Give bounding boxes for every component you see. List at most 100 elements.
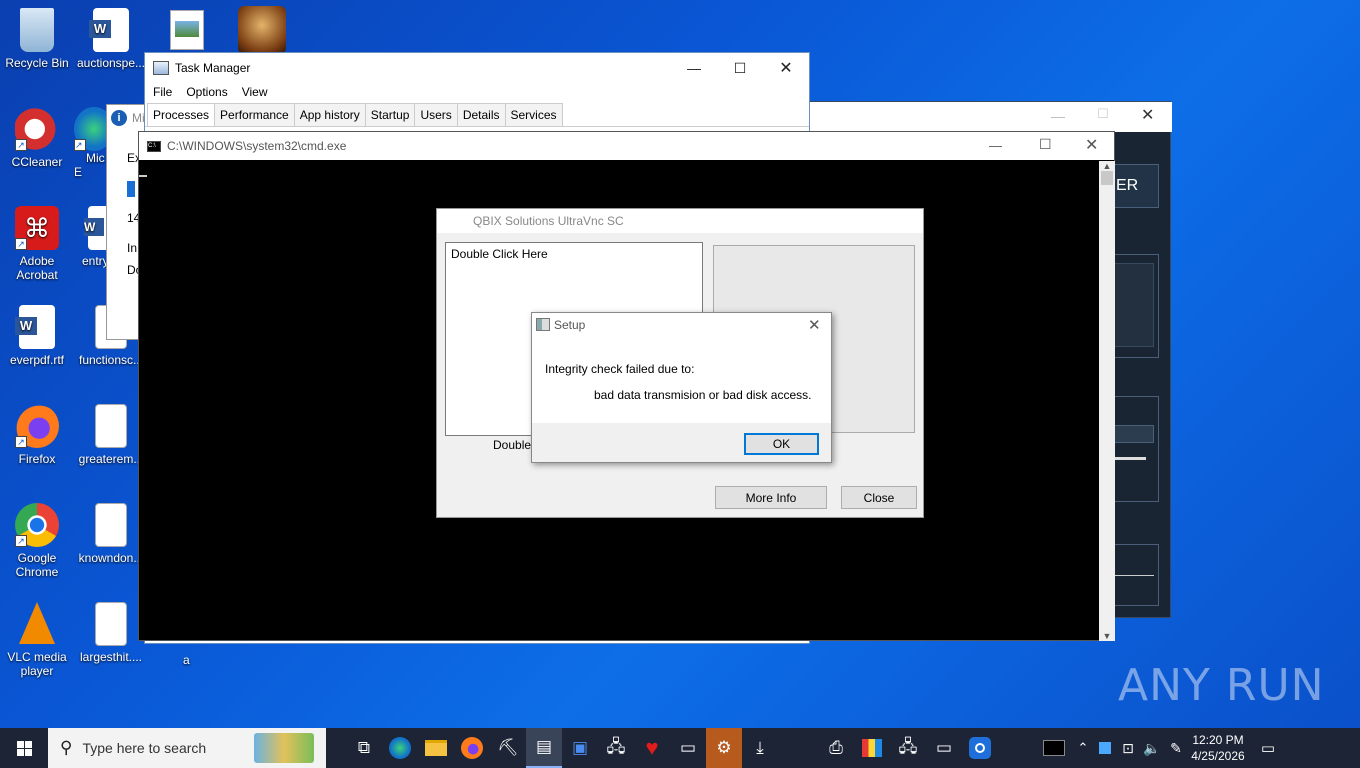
more-info-button[interactable]: More Info (715, 486, 827, 509)
scroll-thumb[interactable] (1101, 171, 1113, 185)
printer-app-taskbar-icon[interactable]: ⎙ (818, 728, 854, 768)
network-status-icon[interactable]: ⊡ (1116, 728, 1140, 768)
window2-app-taskbar-icon[interactable]: ▭ (926, 728, 962, 768)
task-manager-title: Task Manager (175, 61, 251, 75)
desktop-icon-google-chrome[interactable]: ↗ Google Chrome (0, 503, 74, 579)
background-window-title: Mi (132, 111, 145, 125)
desktop-icon-largesthit[interactable]: largesthit.... (74, 602, 148, 664)
task-view-icon[interactable]: ⧉ (346, 728, 382, 768)
chevron-up-icon[interactable]: ⌃ (1072, 728, 1094, 768)
taskbar-search-box[interactable]: ⚲ Type here to search (48, 728, 326, 768)
dark-app-panel (1109, 254, 1159, 358)
installer-taskbar-icon[interactable]: ⚙ (706, 728, 742, 768)
close-icon[interactable]: ✕ (1141, 105, 1154, 125)
qbix-titlebar: QBIX Solutions UltraVnc SC (437, 209, 923, 233)
start-button[interactable] (0, 728, 48, 768)
close-button[interactable]: ✕ (763, 53, 809, 83)
desktop-icon-label: entry (82, 254, 109, 268)
qbix-list-item[interactable]: Double Click Here (451, 247, 548, 261)
close-button[interactable]: ✕ (1085, 135, 1098, 155)
desktop-icon-label: everpdf.rtf (9, 353, 65, 367)
desktop-icon-edge[interactable]: ↗ Mic E (74, 107, 110, 179)
firefox-taskbar-icon[interactable] (454, 728, 490, 768)
desktop-icon-vlc[interactable]: VLC media player (0, 602, 74, 678)
ok-label: OK (772, 437, 791, 451)
image-file-icon (95, 503, 127, 547)
volume-icon[interactable]: 🔈 (1140, 728, 1164, 768)
file-explorer-icon[interactable] (418, 728, 454, 768)
desktop-icon-recycle-bin[interactable]: Recycle Bin (0, 8, 74, 70)
input-method-icon[interactable]: ✎ (1164, 728, 1188, 768)
cmd-taskbar-icon[interactable] (1036, 728, 1072, 768)
recycle-bin-icon (20, 8, 54, 52)
game-shortcut-icon[interactable] (238, 6, 286, 54)
vlc-cone-icon (19, 602, 55, 644)
scroll-up-icon[interactable]: ▲ (1099, 161, 1115, 171)
firefox-icon: ↗ (15, 404, 59, 448)
task-manager-icon (153, 61, 169, 75)
tool-pickaxe-icon[interactable]: ⛏ (490, 728, 526, 768)
tab-startup[interactable]: Startup (364, 103, 416, 126)
tab-performance[interactable]: Performance (214, 103, 295, 126)
notification-icon[interactable]: ▭ (1248, 728, 1288, 768)
network2-app-taskbar-icon[interactable]: 🖧 (890, 728, 926, 768)
dark-app-button[interactable]: ER (1109, 164, 1159, 208)
minimize-icon[interactable]: — (1051, 108, 1065, 124)
desktop-icon-label: Firefox (18, 452, 56, 466)
image-file-icon[interactable] (170, 10, 204, 50)
cmd-icon: C:\ (147, 140, 161, 152)
desktop-icon-label[interactable]: a (183, 653, 190, 667)
download-app-taskbar-icon[interactable]: ⤓ (742, 728, 778, 768)
tab-users[interactable]: Users (414, 103, 458, 126)
menu-options[interactable]: Options (186, 85, 227, 99)
background-window-progress (127, 181, 135, 197)
anyrun-watermark: ANY RUN (1118, 660, 1325, 711)
desktop-icon-firefox[interactable]: ↗ Firefox (0, 404, 74, 466)
desktop-icon-knowndon[interactable]: knowndon... (74, 503, 148, 565)
setup-error-dialog[interactable]: Setup ✕ Integrity check failed due to: b… (531, 312, 832, 463)
info-icon: i (111, 110, 127, 126)
minimize-button[interactable]: — (671, 53, 717, 83)
desktop-icon-label: Google Chrome (15, 551, 59, 579)
desktop-icon-auctionspe[interactable]: W auctionspe... (74, 8, 148, 70)
setup-title: Setup (554, 318, 586, 332)
desktop-icon-label: functionsc... (78, 353, 144, 367)
menu-file[interactable]: File (153, 85, 172, 99)
more-info-label: More Info (745, 490, 797, 505)
tab-services[interactable]: Services (504, 103, 563, 126)
desktop-icon-adobe-acrobat[interactable]: ⌘ ↗ Adobe Acrobat (0, 206, 74, 282)
task-manager-taskbar-icon[interactable]: ▤ (526, 728, 562, 768)
maximize-button[interactable]: ☐ (1039, 136, 1052, 153)
desktop-icon-greaterem[interactable]: greaterem... (74, 404, 148, 466)
edge-taskbar-icon[interactable] (382, 728, 418, 768)
windows-logo-icon (16, 740, 32, 756)
app-b-taskbar-icon[interactable]: ▣ (562, 728, 598, 768)
tray-app-icon[interactable] (1094, 728, 1116, 768)
close-dialog-button[interactable]: Close (841, 486, 917, 509)
desktop-icon-everpdf[interactable]: W everpdf.rtf (0, 305, 74, 367)
menu-view[interactable]: View (242, 85, 268, 99)
maximize-icon[interactable]: ☐ (1097, 106, 1109, 122)
clock-time: 12:20 PM (1192, 733, 1244, 747)
task-manager-tabs: Processes Performance App history Startu… (145, 103, 809, 127)
close-icon[interactable]: ✕ (808, 316, 821, 334)
tab-processes[interactable]: Processes (147, 103, 216, 126)
desktop-icon-ccleaner[interactable]: ↗ CCleaner (0, 107, 74, 169)
desktop-icon-label: Adobe Acrobat (16, 254, 58, 282)
ok-button[interactable]: OK (744, 433, 819, 455)
window-app-taskbar-icon[interactable]: ▭ (670, 728, 706, 768)
tab-details[interactable]: Details (456, 103, 506, 126)
network-app-taskbar-icon[interactable]: 🖧 (598, 728, 634, 768)
word-doc-icon: W (89, 8, 129, 52)
maximize-button[interactable]: ☐ (717, 53, 763, 83)
desktop-icon-entry[interactable]: W entry (74, 206, 110, 268)
heart-app-taskbar-icon[interactable]: ♥ (634, 728, 670, 768)
scroll-down-icon[interactable]: ▼ (1099, 631, 1115, 641)
taskbar-clock[interactable]: 12:20 PM 4/25/2026 (1188, 732, 1248, 764)
minimize-button[interactable]: — (989, 138, 1002, 153)
color-app-taskbar-icon[interactable] (854, 728, 890, 768)
cmd-scrollbar[interactable]: ▲ ▼ (1099, 161, 1115, 641)
tab-app-history[interactable]: App history (293, 103, 366, 126)
desktop-icon-label: Recycle Bin (5, 56, 69, 70)
circle-app-taskbar-icon[interactable] (962, 728, 998, 768)
